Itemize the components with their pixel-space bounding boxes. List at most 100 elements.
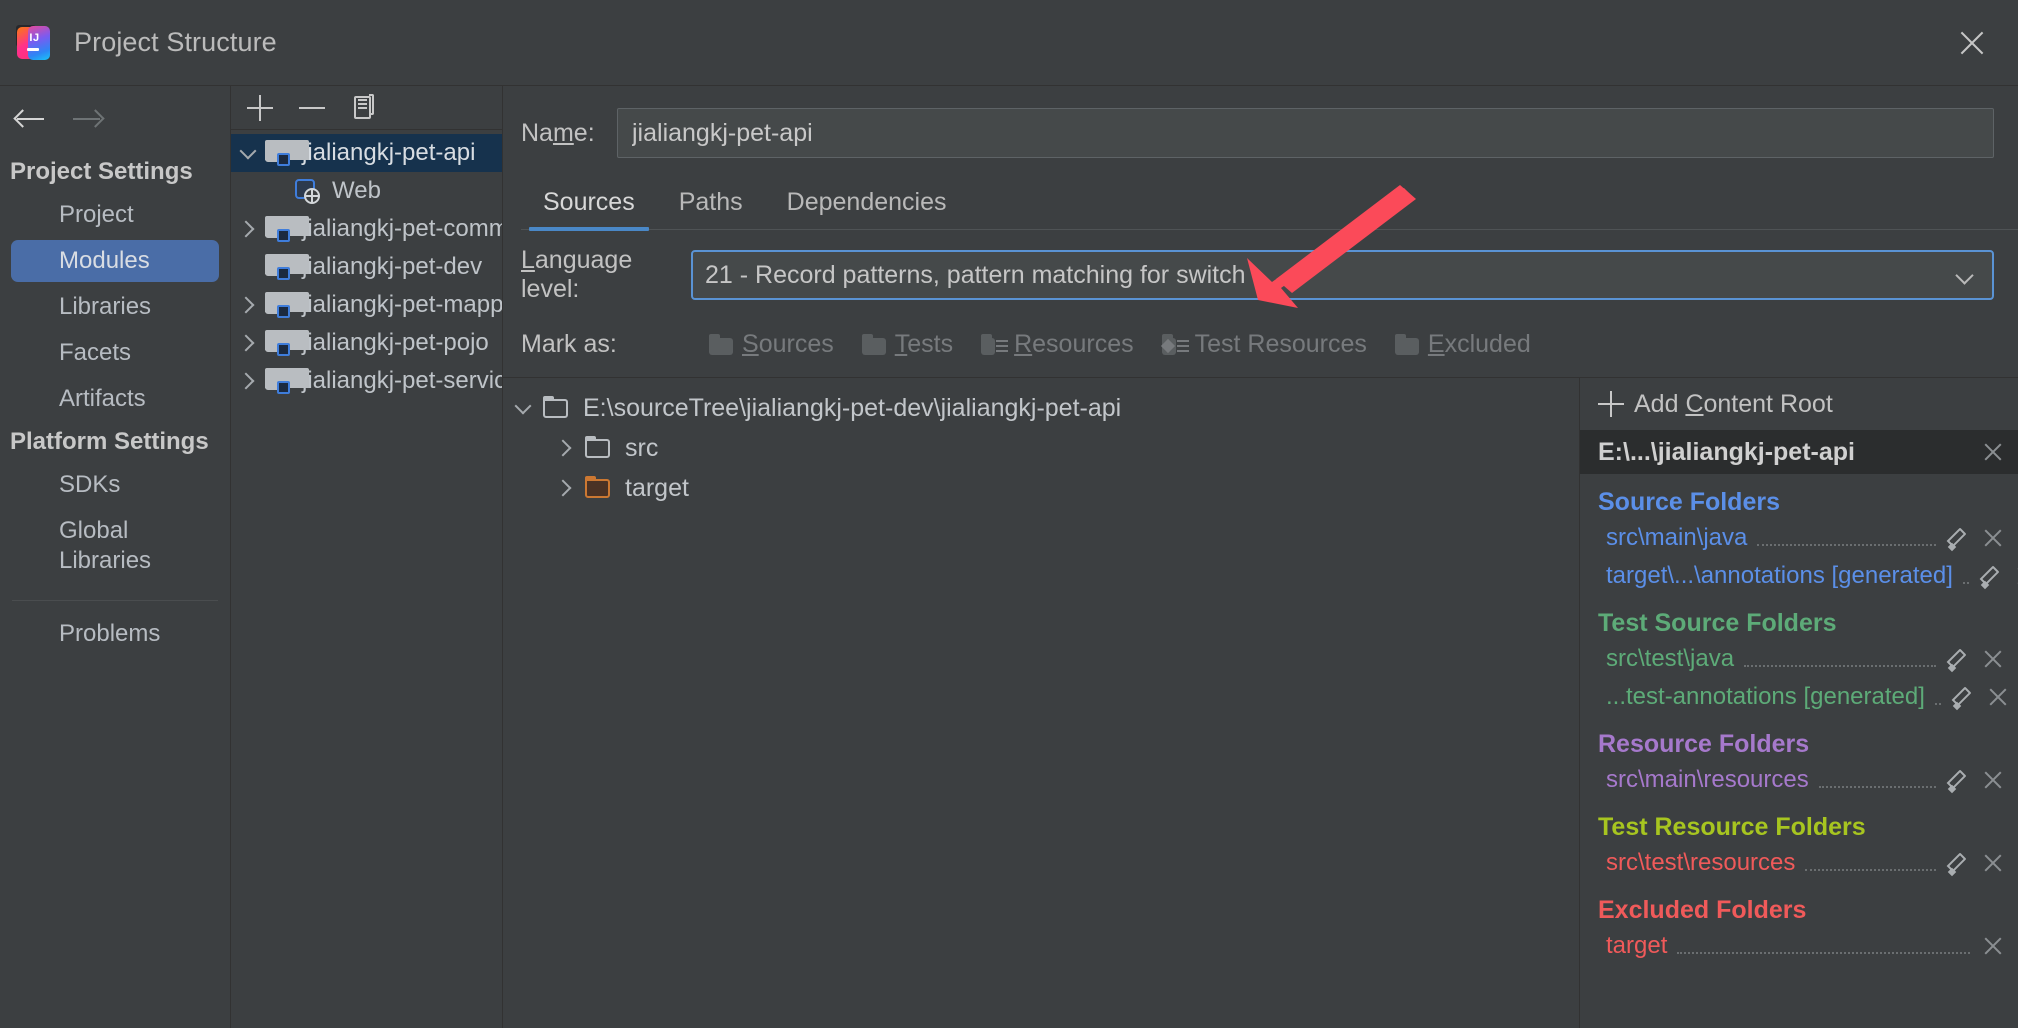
close-icon[interactable] [1950,21,1994,65]
sidebar-item-facets[interactable]: Facets [11,332,219,374]
chevron-down-icon[interactable] [231,142,265,159]
chevron-right-icon[interactable] [545,439,585,457]
dotted-leader [1805,855,1936,871]
language-level-label-mnemonic: L [521,246,535,274]
language-level-combo[interactable]: 21 - Record patterns, pattern matching f… [691,250,1994,300]
edit-icon[interactable] [1946,525,1972,552]
folder-row[interactable]: src\test\java [1580,640,2018,678]
content-root-child-row[interactable]: src [503,428,1579,468]
close-icon[interactable] [1980,850,2006,876]
tree-row[interactable]: jialiangkj-pet-commo [231,210,502,248]
page-title: Project Structure [74,27,277,57]
sidebar-item-modules[interactable]: Modules [11,240,219,282]
arrow-left-icon[interactable] [13,104,48,134]
add-content-root-button[interactable]: Add Content Root [1580,378,2018,430]
sidebar-item-sdks[interactable]: SDKs [11,464,219,506]
edit-icon[interactable] [1946,646,1972,673]
tab-paths[interactable]: Paths [657,180,765,229]
mark-as-sources-button[interactable]: Sources [699,326,844,363]
edit-icon[interactable] [1946,767,1972,794]
sidebar-item-artifacts[interactable]: Artifacts [11,378,219,420]
module-folder-icon [265,216,309,242]
folder-row[interactable]: src\main\java [1580,519,2018,557]
mark-tests-label: ests [907,330,954,358]
tab-sources[interactable]: Sources [521,180,657,231]
navigation-arrows [0,96,230,152]
tree-row[interactable]: jialiangkj-pet-pojo [231,324,502,362]
sources-folder-icon [709,333,735,356]
source-folders-title: Source Folders [1598,488,1780,516]
folder-row[interactable]: target\...\annotations [generated] [1580,557,2018,595]
mark-sources-mnemonic: S [742,330,759,358]
folder-row-name: src\main\resources [1606,766,1809,793]
content-root-row[interactable]: E:\sourceTree\jialiangkj-pet-dev\jialian… [503,388,1579,428]
test-source-folders-title: Test Source Folders [1598,609,1837,637]
resources-folder-icon [981,333,1009,356]
resource-folders-title: Resource Folders [1598,730,1810,758]
dialog-body: Project Settings Project Modules Librari… [0,86,2018,1028]
remove-module-button[interactable] [295,91,329,125]
close-icon[interactable] [1980,525,2006,551]
arrow-right-icon[interactable] [70,104,105,134]
tree-row-label: Web [332,177,381,204]
tests-folder-icon [861,333,888,356]
sidebar-item-libraries[interactable]: Libraries [11,286,219,328]
tree-row[interactable]: Web [231,172,502,210]
content-root-path: E:\sourceTree\jialiangkj-pet-dev\jialian… [583,393,1122,422]
tab-dependencies[interactable]: Dependencies [765,180,969,229]
language-level-label: Language level: [521,246,691,304]
content-root-header-path: E:\...\jialiangkj-pet-api [1598,437,1855,466]
mark-as-test-resources-button[interactable]: Test Resources [1152,326,1377,363]
close-icon[interactable] [1980,933,2006,959]
close-icon[interactable] [1980,767,2006,793]
folder-row-name: src\test\java [1606,645,1735,672]
mark-resources-label: esources [1032,330,1134,358]
chevron-right-icon[interactable] [231,372,265,390]
chevron-right-icon[interactable] [545,479,585,497]
content-root-tree: E:\sourceTree\jialiangkj-pet-dev\jialian… [503,378,1580,1028]
edit-icon[interactable] [1951,684,1977,711]
folder-row[interactable]: src\test\resources [1580,844,2018,882]
tree-row[interactable]: jialiangkj-pet-api [231,134,502,172]
sidebar-item-problems[interactable]: Problems [11,613,219,655]
content-root-header[interactable]: E:\...\jialiangkj-pet-api [1580,430,2018,474]
close-icon[interactable] [1980,646,2006,672]
title-bar: IJ Project Structure [0,0,2018,86]
content-root-child-row[interactable]: target [503,468,1579,508]
close-icon[interactable] [1980,439,2006,465]
folder-row-name: target [1606,932,1668,959]
add-module-button[interactable] [243,91,277,125]
test-resource-folders-group: Test Resource Folders src\test\resources [1580,799,2018,882]
resource-folders-group: Resource Folders src\main\resources [1580,716,2018,799]
edit-icon[interactable] [1979,563,2005,590]
add-content-root-pre: Add [1634,389,1686,418]
dotted-leader [1934,689,1941,705]
sidebar-item-global-libraries[interactable]: Global Libraries [11,510,219,582]
sources-panes: E:\sourceTree\jialiangkj-pet-dev\jialian… [503,377,2018,1028]
folder-row[interactable]: ...test-annotations [generated] [1580,678,2018,716]
tree-row[interactable]: jialiangkj-pet-mapper [231,286,502,324]
edit-icon[interactable] [1946,850,1972,877]
test-resource-folders-title: Test Resource Folders [1598,813,1866,841]
folder-row[interactable]: src\main\resources [1580,761,2018,799]
tree-row[interactable]: jialiangkj-pet-service [231,362,502,400]
mark-as-resources-button[interactable]: Resources [971,326,1144,363]
tree-row-label: jialiangkj-pet-api [302,139,476,166]
folder-row[interactable]: target [1580,927,2018,965]
mark-as-excluded-button[interactable]: Excluded [1385,326,1541,363]
mark-as-tests-button[interactable]: Tests [852,326,963,363]
chevron-down-icon[interactable] [503,397,543,414]
sidebar-item-project[interactable]: Project [11,194,219,236]
close-icon[interactable] [2013,563,2018,589]
module-name-input[interactable] [617,108,1994,158]
copy-module-button[interactable] [347,91,381,125]
tree-row[interactable]: jialiangkj-pet-dev [231,248,502,286]
chevron-down-icon[interactable] [1955,266,1976,285]
dotted-leader [1757,530,1936,546]
close-icon[interactable] [1985,684,2011,710]
tree-row-label: jialiangkj-pet-pojo [302,329,489,356]
chevron-right-icon[interactable] [231,296,265,314]
chevron-right-icon[interactable] [231,334,265,352]
chevron-right-icon[interactable] [231,220,265,238]
add-content-root-mnemonic: C [1685,389,1704,418]
